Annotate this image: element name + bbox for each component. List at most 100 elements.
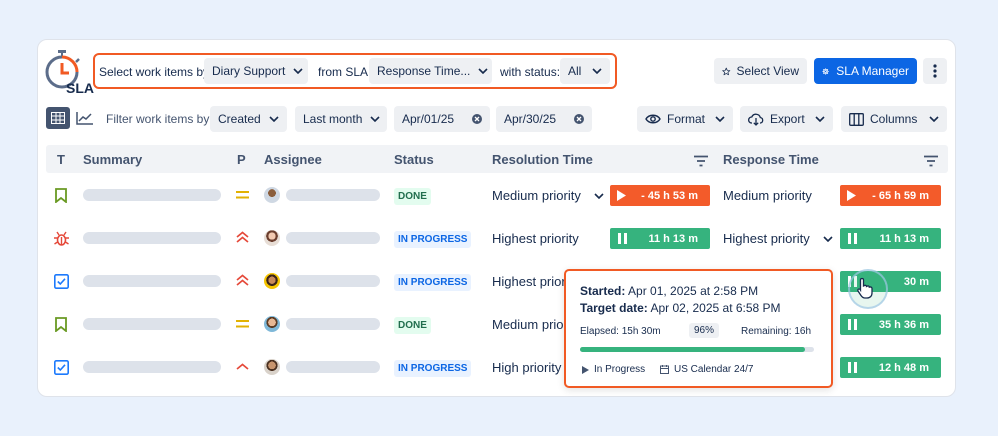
assignee-placeholder [286,318,380,330]
select-view-button[interactable]: Select View [714,58,807,84]
hand-cursor-icon [857,277,873,299]
avatar[interactable] [264,359,280,375]
select-label: Select work items by: [99,65,213,79]
header-response-time[interactable]: Response Time [723,152,819,167]
highest-priority-icon [236,231,249,243]
filter-lines-icon[interactable] [693,154,709,172]
status-badge: DONE [394,188,431,205]
header-summary[interactable]: Summary [83,152,142,167]
sla-label: from SLA: [318,65,372,79]
chevron-down-icon [707,116,725,122]
sla-panel: SLA Select work items by: Diary Support … [37,39,956,397]
pause-icon [848,233,857,244]
select-view-label: Select View [736,64,799,78]
sla-dropdown[interactable]: Response Time... [369,58,492,84]
chevron-down-icon[interactable] [594,193,604,199]
target-label: Target date: [580,301,648,315]
sla-manager-label: SLA Manager [836,64,909,78]
header-resolution-time[interactable]: Resolution Time [492,152,593,167]
response-timer[interactable]: 12 h 48 m [840,357,941,378]
play-icon [847,190,856,201]
chevron-down-icon [584,68,602,74]
date-to-field[interactable]: Apr/30/25 [496,106,592,132]
table-row[interactable]: DONE Medium priority - 45 h 53 m Medium … [46,174,948,217]
sla-manager-button[interactable]: SLA Manager [814,58,917,84]
sla-tooltip: Started: Apr 01, 2025 at 2:58 PM Target … [564,269,833,388]
summary-placeholder [83,275,221,287]
created-dropdown[interactable]: Created [210,106,287,132]
date-from-field[interactable]: Apr/01/25 [394,106,490,132]
status-dropdown[interactable]: All [560,58,610,84]
last-month-dropdown[interactable]: Last month [295,106,387,132]
filter-by-label: Filter work items by: [106,112,213,126]
date-to-value: Apr/30/25 [504,112,557,126]
pause-icon [848,319,857,330]
table-view-toggle[interactable] [46,107,70,129]
progress-track [580,347,814,352]
more-options-button[interactable] [923,58,947,84]
chevron-down-icon [470,68,488,74]
resolution-timer[interactable]: - 45 h 53 m [610,185,710,206]
chart-view-toggle[interactable] [73,107,97,129]
play-icon [582,365,589,374]
response-timer[interactable]: - 65 h 59 m [840,185,941,206]
avatar[interactable] [264,187,280,203]
target-line: Target date: Apr 02, 2025 at 6:58 PM [580,301,781,315]
gear-icon [822,67,829,75]
avatar[interactable] [264,316,280,332]
header-priority[interactable]: P [237,152,246,167]
avatar[interactable] [264,273,280,289]
resolution-goal: Highest priority [492,231,579,246]
chevron-down-icon [362,116,380,122]
status-badge: IN PROGRESS [394,274,472,291]
header-assignee[interactable]: Assignee [264,152,322,167]
pause-icon [848,362,857,373]
columns-icon [849,112,864,126]
state-line: In Progress [582,364,645,375]
response-timer[interactable]: 11 h 13 m [840,228,941,249]
medium-priority-icon [236,320,249,328]
sla-logo: SLA [45,49,94,96]
status-value: All [568,64,582,78]
table-header: T Summary P Assignee Status Resolution T… [46,145,948,173]
bookmark-icon [55,317,67,332]
medium-priority-icon [236,191,249,199]
work-items-dropdown[interactable]: Diary Support [204,58,308,84]
eye-icon [645,114,661,124]
calendar-text: US Calendar 24/7 [674,364,754,375]
percent-badge: 96% [689,323,720,338]
header-status[interactable]: Status [394,152,434,167]
resolution-timer[interactable]: 11 h 13 m [610,228,710,249]
more-vertical-icon [933,64,937,78]
assignee-placeholder [286,232,380,244]
status-label: with status: [500,65,561,79]
columns-button[interactable]: Columns [841,106,947,132]
chevron-down-icon[interactable] [823,236,833,242]
response-timer[interactable]: 35 h 36 m [840,314,941,335]
response-goal: Medium priority [723,188,812,203]
export-button[interactable]: Export [740,106,833,132]
pause-icon [618,233,627,244]
status-badge: IN PROGRESS [394,231,472,248]
last-month-value: Last month [303,112,363,126]
assignee-placeholder [286,361,380,373]
status-badge: DONE [394,317,431,334]
highest-priority-icon [236,274,249,286]
timer-value: 35 h 36 m [878,318,929,331]
header-type[interactable]: T [57,152,65,167]
table-row[interactable]: IN PROGRESS Highest priority 11 h 13 m H… [46,217,948,260]
avatar[interactable] [264,230,280,246]
logo-text: SLA [66,80,94,96]
created-value: Created [218,112,261,126]
elapsed-text: Elapsed: 15h 30m [580,326,661,337]
summary-placeholder [83,361,221,373]
summary-placeholder [83,232,221,244]
chevron-down-icon [921,116,939,122]
chevron-down-icon [807,116,825,122]
clear-icon[interactable] [464,114,482,124]
clear-icon[interactable] [566,114,584,124]
target-value: Apr 02, 2025 at 6:58 PM [650,301,781,315]
format-label: Format [667,112,706,126]
format-button[interactable]: Format [637,106,733,132]
filter-lines-icon[interactable] [923,154,939,172]
